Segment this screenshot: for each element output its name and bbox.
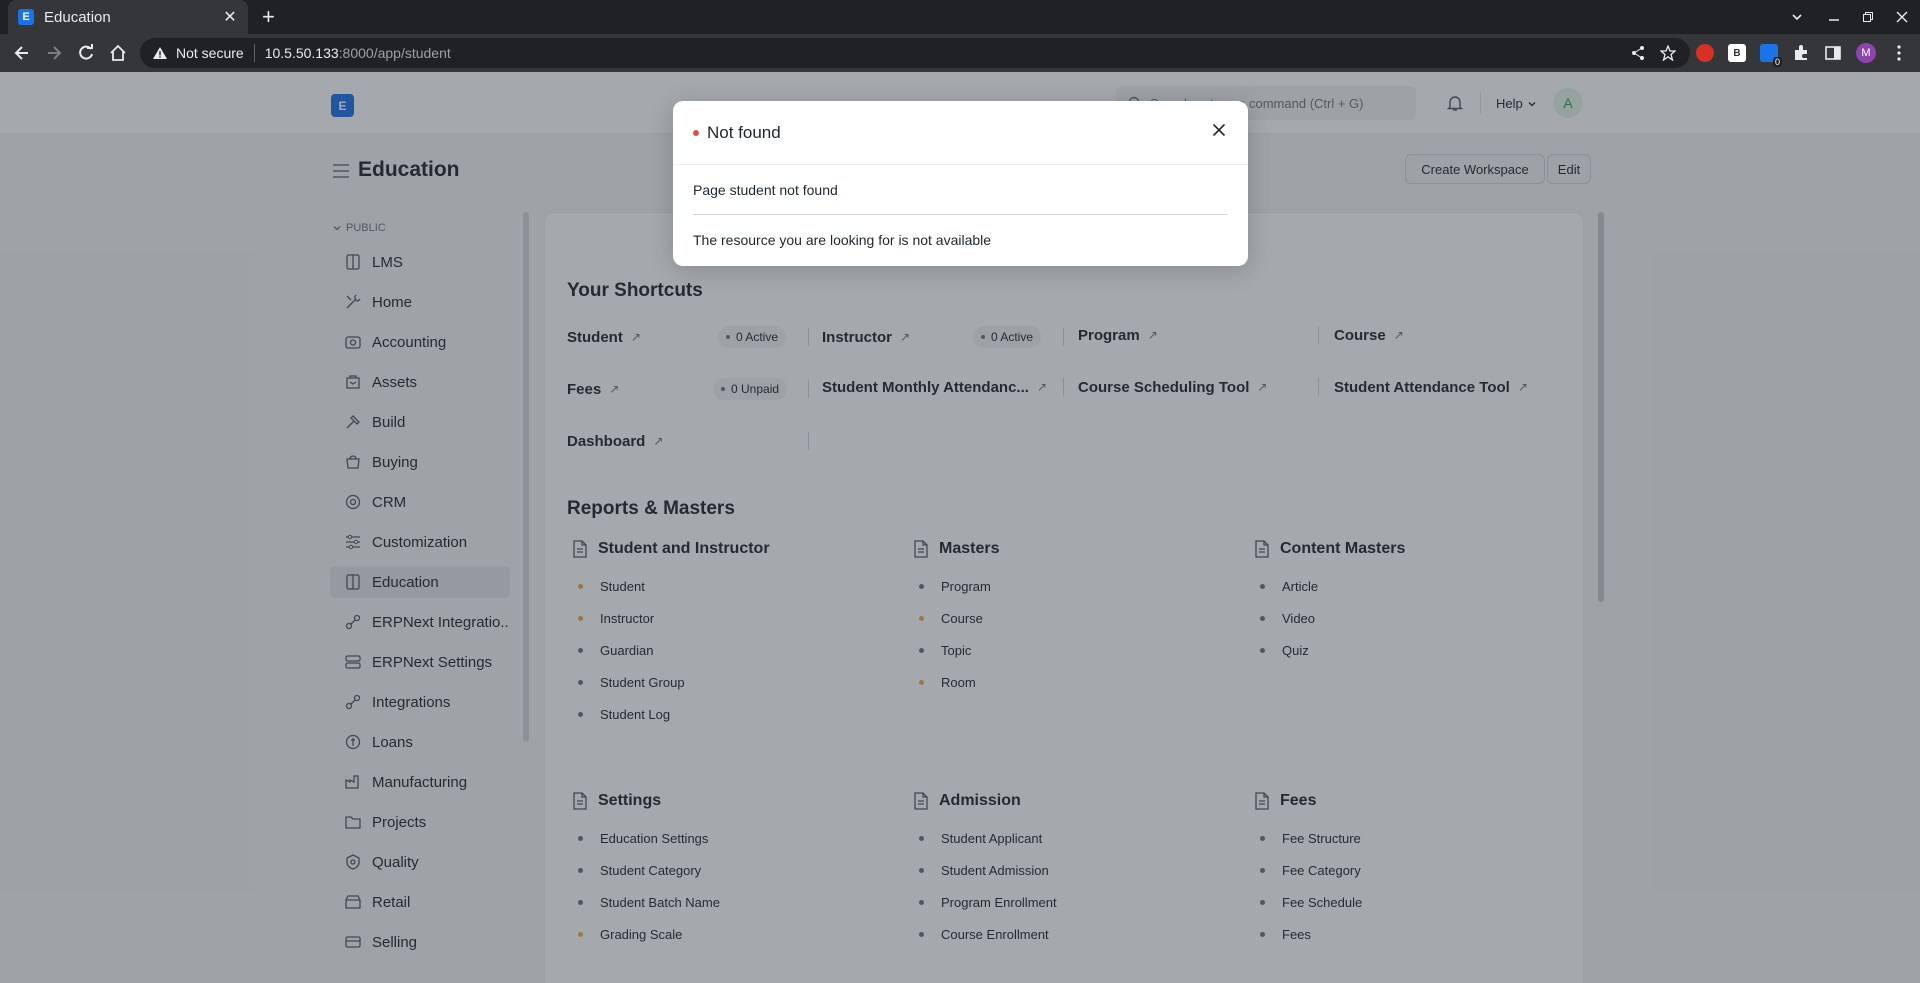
warning-icon: [153, 47, 167, 59]
tab-favicon: E: [18, 9, 34, 25]
security-label[interactable]: Not secure: [176, 45, 244, 61]
home-icon[interactable]: [108, 43, 128, 63]
browser-menu-icon[interactable]: [1890, 44, 1908, 62]
dialog-body: Page student not found The resource you …: [673, 165, 1248, 265]
dialog-header: Not found: [673, 101, 1248, 165]
browser-tab-strip: E Education ✕ +: [0, 0, 1920, 34]
dialog-message: Page student not found: [693, 165, 1228, 215]
url-path: :8000/app/student: [338, 45, 451, 61]
tab-close-icon[interactable]: ✕: [222, 7, 238, 27]
close-icon[interactable]: [1212, 123, 1226, 137]
share-icon[interactable]: [1630, 45, 1646, 61]
tab-title: Education: [44, 8, 111, 26]
dialog-title: Not found: [707, 122, 781, 142]
new-tab-icon[interactable]: +: [262, 5, 275, 29]
address-bar[interactable]: Not secure 10.5.50.133:8000/app/student: [140, 38, 1690, 68]
browser-toolbar: Not secure 10.5.50.133:8000/app/student …: [0, 34, 1920, 72]
minimize-icon[interactable]: [1828, 0, 1840, 34]
extensions-puzzle-icon[interactable]: [1792, 44, 1810, 62]
extension-b-icon[interactable]: B: [1728, 44, 1746, 62]
reload-icon[interactable]: [76, 43, 96, 63]
error-indicator-dot: [693, 129, 699, 136]
dialog-detail: The resource you are looking for is not …: [693, 232, 992, 248]
window-close-icon[interactable]: [1896, 0, 1908, 34]
url-host: 10.5.50.133: [264, 45, 339, 61]
profile-avatar[interactable]: M: [1856, 43, 1876, 63]
extension-badge-icon[interactable]: 0: [1760, 44, 1782, 67]
tab-search-icon[interactable]: [1790, 0, 1804, 34]
extension-stop-icon[interactable]: [1696, 44, 1714, 62]
browser-tab[interactable]: E Education ✕: [8, 0, 248, 34]
not-found-dialog: Not found Page student not found The res…: [673, 101, 1248, 266]
back-icon[interactable]: [12, 43, 32, 63]
maximize-icon[interactable]: [1862, 0, 1874, 34]
side-panel-icon[interactable]: [1824, 44, 1842, 62]
extension-badge-count: 0: [1772, 57, 1782, 67]
omnibox-divider: [253, 44, 255, 62]
forward-icon[interactable]: [44, 43, 64, 63]
bookmark-star-icon[interactable]: [1660, 45, 1676, 61]
url-text[interactable]: 10.5.50.133:8000/app/student: [265, 45, 451, 61]
